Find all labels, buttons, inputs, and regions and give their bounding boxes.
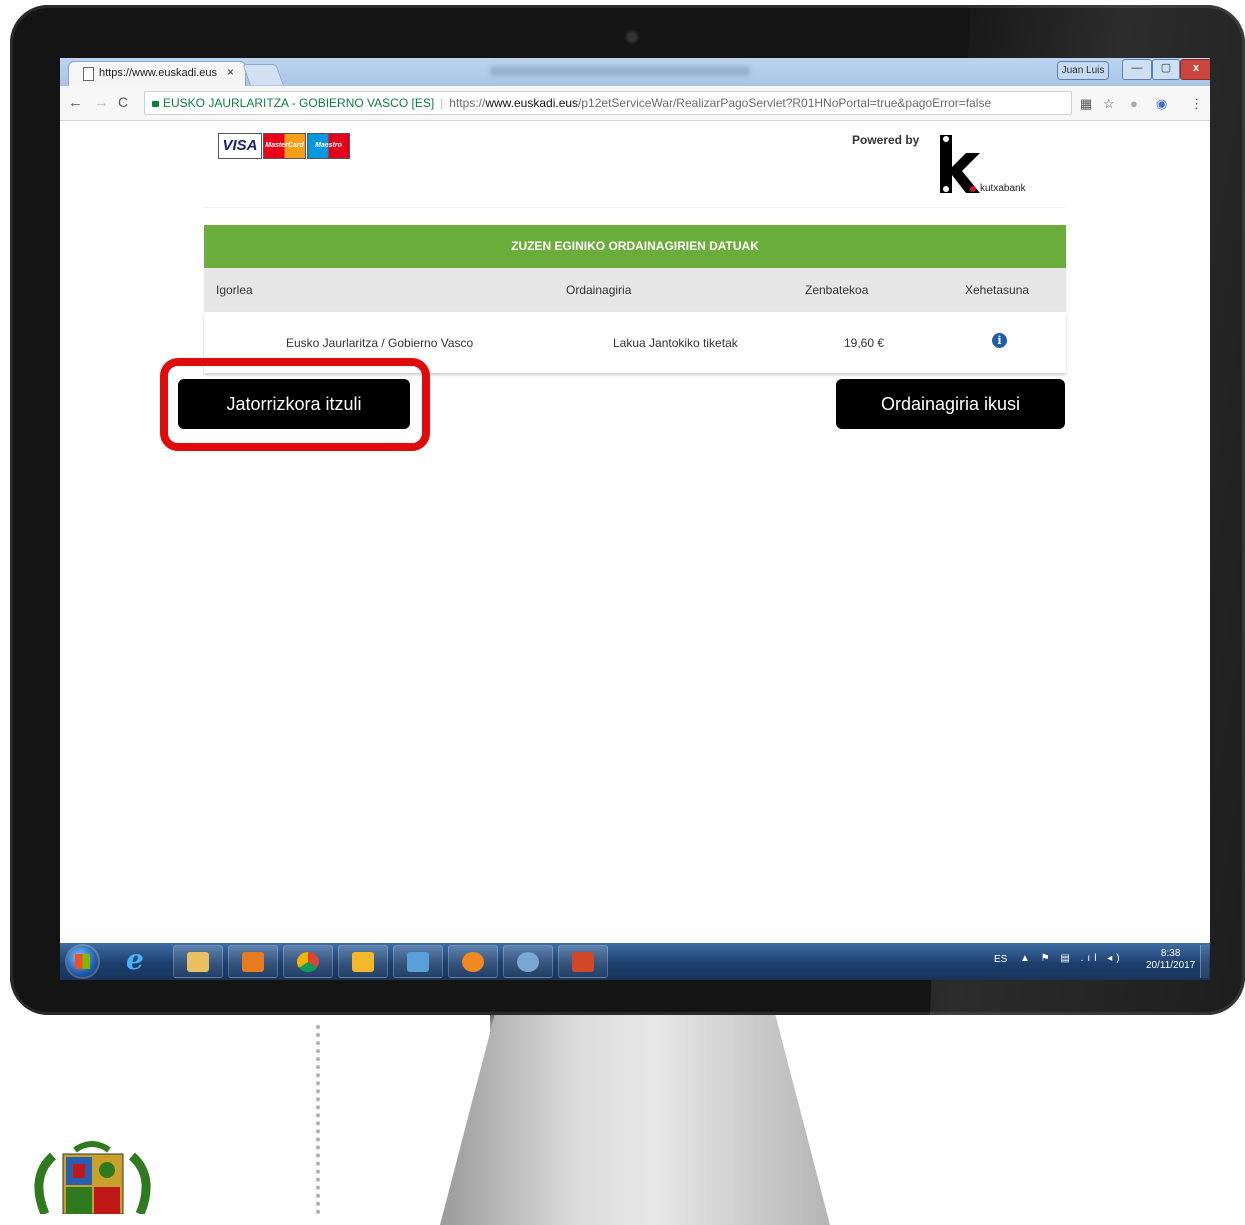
webcam <box>627 32 637 42</box>
butterfly-app-icon[interactable] <box>448 945 498 978</box>
reload-button[interactable]: C <box>118 94 128 110</box>
show-desktop-button[interactable] <box>1200 945 1209 978</box>
back-button[interactable]: ← <box>68 94 83 111</box>
mastercard-logo: MasterCard <box>263 133 306 159</box>
url-separator: | <box>440 96 444 110</box>
profile-button[interactable]: Juan Luis <box>1057 61 1109 80</box>
column-ordainagiria: Ordainagiria <box>566 283 632 297</box>
receipts-table-header: Igorlea Ordainagiria Zenbatekoa Xehetasu… <box>204 268 1066 312</box>
visa-logo: VISA <box>218 133 262 159</box>
chrome-icon[interactable] <box>283 945 333 978</box>
internet-explorer-icon[interactable]: e <box>126 943 144 976</box>
network-app-icon[interactable] <box>503 945 553 978</box>
cell-zenbatekoa: 19,60 € <box>844 336 885 350</box>
url-host: www.euskadi.eus <box>485 96 579 110</box>
powerpoint-icon[interactable] <box>558 945 608 978</box>
globe-icon[interactable]: ◉ <box>1156 96 1167 112</box>
powered-by-label: Powered by <box>852 133 920 147</box>
kutxabank-label: kutxabank <box>980 183 1026 194</box>
page-icon <box>83 67 94 81</box>
clock-date: 20/11/2017 <box>1146 960 1196 971</box>
url-input[interactable]: EUSKO JAURLARITZA - GOBIERNO VASCO [ES] |… <box>144 91 1072 115</box>
lock-icon <box>152 101 159 107</box>
extension-icon[interactable]: ● <box>1130 96 1138 111</box>
menu-icon[interactable]: ⋮ <box>1190 96 1203 112</box>
browser-tab-strip: https://www.euskadi.eus × Juan Luis — ▢ … <box>60 58 1210 86</box>
highlight-box <box>160 358 430 451</box>
cell-igorlea: Eusko Jaurlaritza / Gobierno Vasco <box>286 336 474 350</box>
column-zenbatekoa: Zenbatekoa <box>805 283 869 297</box>
column-xehetasuna: Xehetasuna <box>965 283 1030 297</box>
secure-site-label: EUSKO JAURLARITZA - GOBIERNO VASCO [ES] <box>163 96 435 110</box>
monitor-stand <box>440 1015 830 1225</box>
star-icon[interactable]: ☆ <box>1103 96 1115 112</box>
dotted-divider <box>316 1025 320 1214</box>
windows-taskbar: e ES ▲ ⚑ ▤ .ıl ◂) 8:38 20/11/2017 <box>60 943 1210 980</box>
maximize-button[interactable]: ▢ <box>1152 59 1180 80</box>
column-igorlea: Igorlea <box>216 283 253 297</box>
url-scheme: https:// <box>449 96 486 110</box>
forward-button[interactable]: → <box>94 94 109 111</box>
view-receipt-button[interactable]: Ordainagiria ikusi <box>836 379 1065 429</box>
url-path: /p12etServiceWar/RealizarPagoServlet?R01… <box>578 96 992 110</box>
receipts-table-title: ZUZEN EGINIKO ORDAINAGIRIEN DATUAK <box>204 225 1066 268</box>
close-window-button[interactable]: x <box>1180 59 1210 80</box>
maestro-logo: Maestro <box>307 133 350 159</box>
card-logos: VISA MasterCard Maestro <box>218 133 350 159</box>
clock[interactable]: 8:38 20/11/2017 <box>1146 948 1195 972</box>
blurred-window-title <box>490 66 750 76</box>
tab-title: https://www.euskadi.eus <box>99 67 218 79</box>
media-player-icon[interactable] <box>228 945 278 978</box>
basque-coat-of-arms-logo <box>34 1141 151 1214</box>
info-icon[interactable]: i <box>992 333 1007 348</box>
start-icon[interactable] <box>67 946 98 977</box>
address-toolbar: ← → C EUSKO JAURLARITZA - GOBIERNO VASCO… <box>60 86 1210 121</box>
new-tab-button[interactable] <box>242 64 284 85</box>
web-page: VISA MasterCard Maestro Powered by kutxa… <box>60 121 1210 943</box>
cell-ordainagiria: Lakua Jantokiko tiketak <box>613 336 738 350</box>
language-indicator[interactable]: ES <box>994 954 1007 965</box>
windows-flag-icon <box>75 954 90 969</box>
screen: https://www.euskadi.eus × Juan Luis — ▢ … <box>60 58 1210 980</box>
system-tray: ES ▲ ⚑ ▤ .ıl ◂) 8:38 20/11/2017 <box>994 943 1210 980</box>
header-divider <box>204 207 1066 208</box>
outlook-icon[interactable] <box>338 945 388 978</box>
file-explorer-icon[interactable] <box>173 945 223 978</box>
clock-time: 8:38 <box>1160 948 1181 959</box>
kutxabank-logo-icon <box>940 135 980 193</box>
minimize-button[interactable]: — <box>1122 59 1152 80</box>
browser-tab[interactable]: https://www.euskadi.eus × <box>68 61 246 86</box>
tab-close-button[interactable]: × <box>227 65 234 79</box>
translate-icon[interactable]: ▦ <box>1080 96 1092 112</box>
tray-icons[interactable]: ▲ ⚑ ▤ .ıl ◂) <box>1020 953 1124 964</box>
notes-icon[interactable] <box>393 945 443 978</box>
